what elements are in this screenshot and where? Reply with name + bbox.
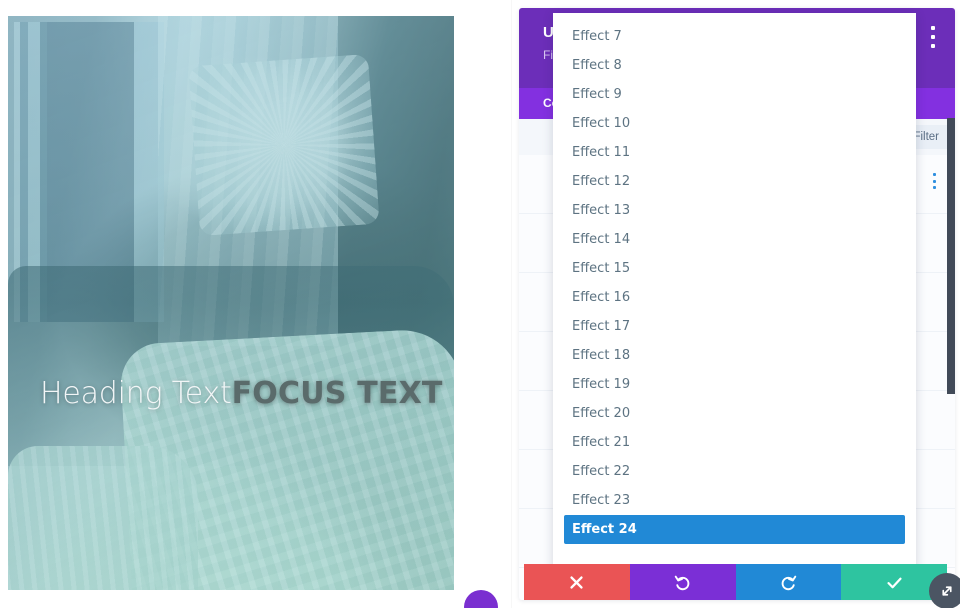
effect-dropdown[interactable]: Effect 7 Effect 8 Effect 9 Effect 10 Effect … bbox=[553, 13, 916, 573]
preview-focus-text: FOCUS TEXT bbox=[231, 376, 443, 411]
dropdown-option[interactable]: Effect 7 bbox=[572, 22, 897, 51]
modal-action-bar bbox=[524, 564, 947, 600]
undo-icon bbox=[674, 575, 690, 590]
builder-scrollbar[interactable] bbox=[947, 118, 955, 394]
dropdown-option-selected[interactable]: Effect 24 bbox=[564, 515, 905, 544]
photo-color-tint bbox=[8, 16, 454, 590]
dropdown-option[interactable]: Effect 23 bbox=[572, 486, 897, 515]
kebab-menu-icon[interactable] bbox=[925, 24, 941, 50]
resize-diagonal-icon bbox=[942, 586, 952, 596]
effect-dropdown-list[interactable]: Effect 7 Effect 8 Effect 9 Effect 10 Effect … bbox=[553, 13, 916, 573]
resize-handle[interactable] bbox=[929, 573, 960, 608]
preview-heading-text: Heading Text bbox=[40, 376, 232, 411]
dropdown-option[interactable]: Effect 19 bbox=[572, 370, 897, 399]
preview-overlay-text: Heading TextFOCUS TEXT bbox=[40, 376, 443, 411]
dropdown-option[interactable]: Effect 20 bbox=[572, 399, 897, 428]
dropdown-option[interactable]: Effect 16 bbox=[572, 283, 897, 312]
close-icon bbox=[570, 575, 584, 589]
dropdown-option[interactable]: Effect 9 bbox=[572, 80, 897, 109]
cancel-button[interactable] bbox=[524, 564, 630, 600]
redo-icon bbox=[781, 575, 797, 590]
dropdown-option[interactable]: Effect 13 bbox=[572, 196, 897, 225]
dropdown-option[interactable]: Effect 17 bbox=[572, 312, 897, 341]
app-root: Heading TextFOCUS TEXT Upload Image Filt… bbox=[0, 0, 960, 608]
undo-button[interactable] bbox=[629, 564, 736, 600]
add-module-button[interactable] bbox=[464, 590, 498, 608]
dropdown-option[interactable]: Effect 8 bbox=[572, 51, 897, 80]
dropdown-option[interactable]: Effect 22 bbox=[572, 457, 897, 486]
check-icon bbox=[887, 577, 902, 588]
row-kebab-icon[interactable] bbox=[929, 173, 939, 189]
dropdown-option[interactable]: Effect 18 bbox=[572, 341, 897, 370]
image-preview-pane: Heading TextFOCUS TEXT bbox=[8, 16, 454, 590]
dropdown-option[interactable]: Effect 12 bbox=[572, 167, 897, 196]
dropdown-option[interactable]: Effect 11 bbox=[572, 138, 897, 167]
dropdown-option[interactable]: Effect 10 bbox=[572, 109, 897, 138]
redo-button[interactable] bbox=[735, 564, 842, 600]
dropdown-option[interactable]: Effect 15 bbox=[572, 254, 897, 283]
dropdown-option[interactable]: Effect 14 bbox=[572, 225, 897, 254]
dropdown-option[interactable]: Effect 21 bbox=[572, 428, 897, 457]
